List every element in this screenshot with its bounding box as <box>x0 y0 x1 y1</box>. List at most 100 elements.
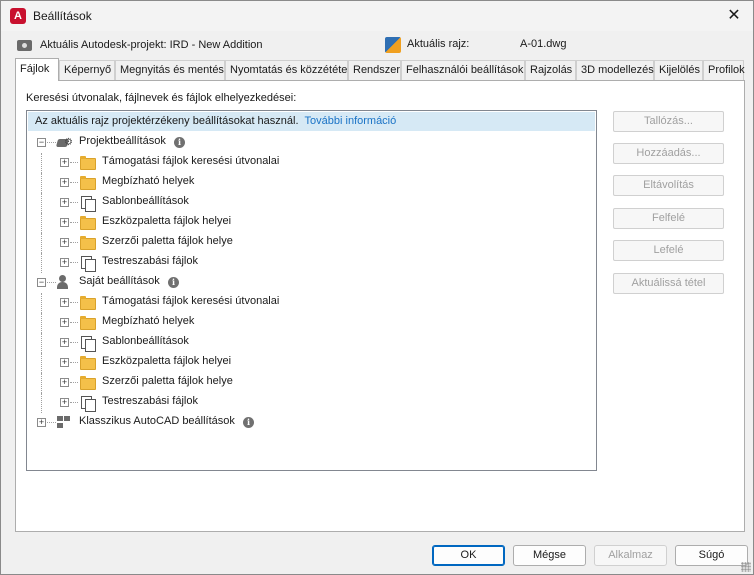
tree-item[interactable]: + Sablonbeállítások <box>27 333 587 353</box>
tree-item-label: Szerzői paletta fájlok helye <box>102 375 233 387</box>
tree-group-1[interactable]: − Saját beállítások i <box>27 273 587 291</box>
template-files-icon <box>79 254 96 272</box>
tree-item-label: Sablonbeállítások <box>102 195 189 207</box>
expander-icon[interactable]: + <box>60 358 69 367</box>
tab-4[interactable]: Rendszer <box>348 60 401 80</box>
tree-connector <box>47 282 56 283</box>
expander-icon[interactable]: + <box>60 198 69 207</box>
drawing-icon <box>385 37 401 53</box>
autocad-logo-icon: A <box>10 8 26 24</box>
expander-icon[interactable]: + <box>60 238 69 247</box>
tree-item[interactable]: + Testreszabási fájlok <box>27 393 587 413</box>
tab-3[interactable]: Nyomtatás és közzététel <box>225 60 350 80</box>
tree-item[interactable]: + Testreszabási fájlok <box>27 253 587 273</box>
folder-icon <box>79 374 96 390</box>
project-settings-info-bar: Az aktuális rajz projektérzékeny beállít… <box>28 112 595 131</box>
tab-7[interactable]: 3D modellezés <box>576 60 654 80</box>
add-button[interactable]: Hozzáadás... <box>613 143 724 164</box>
tree-item[interactable]: + Eszközpaletta fájlok helyei <box>27 213 587 233</box>
tree-group-0[interactable]: − Projektbeállítások i <box>27 133 587 151</box>
info-icon[interactable]: i <box>174 137 185 148</box>
current-project-label: Aktuális Autodesk-projekt: IRD - New Add… <box>40 39 263 51</box>
tree-item[interactable]: + Eszközpaletta fájlok helyei <box>27 353 587 373</box>
expander-icon[interactable]: + <box>60 318 69 327</box>
expander-icon[interactable]: + <box>60 378 69 387</box>
dialog-title: Beállítások <box>33 9 92 23</box>
tree-group-2[interactable]: + Klasszikus AutoCAD beállítások i <box>27 413 587 431</box>
tree-item-label: Sablonbeállítások <box>102 335 189 347</box>
folder-icon <box>79 214 96 230</box>
search-paths-caption: Keresési útvonalak, fájlnevek és fájlok … <box>26 92 297 104</box>
tab-9[interactable]: Profilok <box>703 60 745 80</box>
tree-item-label: Eszközpaletta fájlok helyei <box>102 215 232 227</box>
cancel-button[interactable]: Mégse <box>513 545 586 566</box>
tree-connector <box>70 362 78 363</box>
folder-icon <box>79 154 96 170</box>
tree-connector <box>41 373 42 393</box>
tree-group-label: Klasszikus AutoCAD beállítások <box>79 415 235 427</box>
move-down-button[interactable]: Lefelé <box>613 240 724 261</box>
tree-connector <box>70 322 78 323</box>
expander-icon[interactable]: − <box>37 138 46 147</box>
set-current-button[interactable]: Aktuálissá tétel <box>613 273 724 294</box>
tree-connector <box>41 353 42 373</box>
expander-icon[interactable]: + <box>60 258 69 267</box>
tab-5[interactable]: Felhasználói beállítások <box>401 60 525 80</box>
ok-button[interactable]: OK <box>432 545 505 566</box>
info-icon[interactable]: i <box>168 277 179 288</box>
expander-icon[interactable]: + <box>60 338 69 347</box>
tree-connector <box>41 333 42 353</box>
tree-connector <box>41 393 42 413</box>
tab-0[interactable]: Fájlok <box>15 58 59 81</box>
close-button[interactable]: ✕ <box>719 3 749 29</box>
options-dialog: A Beállítások ✕ Aktuális Autodesk-projek… <box>0 0 754 575</box>
tree-connector <box>41 213 42 233</box>
expander-icon[interactable]: + <box>60 298 69 307</box>
tab-1[interactable]: Képernyő <box>59 60 115 80</box>
tab-8[interactable]: Kijelölés <box>654 60 703 80</box>
folder-icon <box>79 294 96 310</box>
browse-button[interactable]: Tallózás... <box>613 111 724 132</box>
folder-icon <box>79 314 96 330</box>
tree-connector <box>41 193 42 213</box>
info-icon[interactable]: i <box>243 417 254 428</box>
tree-connector <box>70 402 78 403</box>
tab-2[interactable]: Megnyitás és mentés <box>115 60 225 80</box>
move-up-button[interactable]: Felfelé <box>613 208 724 229</box>
expander-icon[interactable]: + <box>60 398 69 407</box>
tree-item[interactable]: + Szerzői paletta fájlok helye <box>27 373 587 393</box>
expander-icon[interactable]: + <box>37 418 46 427</box>
tree-connector <box>70 342 78 343</box>
classic-settings-icon <box>57 414 73 430</box>
expander-icon[interactable]: − <box>37 278 46 287</box>
expander-icon[interactable]: + <box>60 158 69 167</box>
tree-item-label: Testreszabási fájlok <box>102 255 198 267</box>
expander-icon[interactable]: + <box>60 218 69 227</box>
tree-connector <box>41 173 42 193</box>
tree-connector <box>41 293 42 313</box>
expander-icon[interactable]: + <box>60 178 69 187</box>
settings-tree[interactable]: Az aktuális rajz projektérzékeny beállít… <box>26 110 597 471</box>
tree-connector <box>70 242 78 243</box>
folder-icon <box>79 174 96 190</box>
tree-item[interactable]: + Támogatási fájlok keresési útvonalai <box>27 153 587 173</box>
remove-button[interactable]: Eltávolítás <box>613 175 724 196</box>
folder-icon <box>79 354 96 370</box>
more-info-link[interactable]: További információ <box>305 115 397 127</box>
tree-connector <box>41 253 42 273</box>
tree-connector <box>47 142 56 143</box>
apply-button[interactable]: Alkalmaz <box>594 545 667 566</box>
tree-item[interactable]: + Megbízható helyek <box>27 313 587 333</box>
tree-item[interactable]: + Támogatási fájlok keresési útvonalai <box>27 293 587 313</box>
tree-item[interactable]: + Megbízható helyek <box>27 173 587 193</box>
resize-grip-icon[interactable] <box>741 562 751 572</box>
tree-connector <box>41 233 42 253</box>
tab-6[interactable]: Rajzolás <box>525 60 576 80</box>
tree-item-label: Megbízható helyek <box>102 175 195 187</box>
current-drawing-label: Aktuális rajz: <box>407 38 470 50</box>
tree-item[interactable]: + Sablonbeállítások <box>27 193 587 213</box>
tree-connector <box>70 202 78 203</box>
help-button[interactable]: Súgó <box>675 545 748 566</box>
user-settings-icon <box>57 274 73 290</box>
tree-item[interactable]: + Szerzői paletta fájlok helye <box>27 233 587 253</box>
